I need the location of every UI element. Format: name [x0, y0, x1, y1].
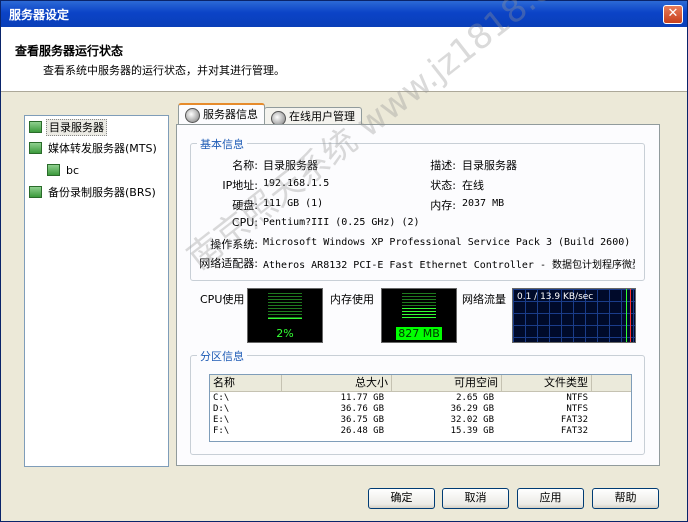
partition-table-header: 名称 总大小 可用空间 文件类型 [210, 375, 631, 392]
partition-fstype: FAT32 [560, 415, 588, 425]
cpu-meter-bars [268, 293, 302, 319]
tree-item-label: 备份录制服务器(BRS) [48, 186, 156, 199]
os-label: 操作系统: [210, 238, 258, 251]
tab-label: 服务器信息 [203, 108, 258, 121]
tree-item-directory-server[interactable]: 目录服务器 [29, 119, 107, 137]
nic-value: Atheros AR8132 PCI-E Fast Ethernet Contr… [263, 260, 635, 271]
table-row[interactable]: D:\ 36.76 GB 36.29 GB NTFS [210, 404, 631, 415]
memory-usage-label: 内存使用 [330, 293, 374, 306]
memory-meter-fill [402, 308, 436, 319]
partition-free: 2.65 GB [456, 393, 494, 403]
column-header-free[interactable]: 可用空间 [392, 375, 502, 391]
partition-name: F:\ [213, 426, 230, 436]
partition-name: D:\ [213, 404, 230, 414]
server-tree[interactable]: 目录服务器 媒体转发服务器(MTS) bc 备份录制服务器(BRS) [24, 115, 169, 467]
cpu-usage-label: CPU使用 [200, 293, 245, 306]
title-bar[interactable]: 服务器设定 ✕ [1, 1, 687, 27]
partition-free: 15.39 GB [450, 426, 494, 436]
server-icon [29, 142, 42, 154]
partition-name: E:\ [213, 415, 230, 425]
network-traffic-value: 0.1 / 13.9 KB/sec [517, 292, 594, 302]
header-title: 查看服务器运行状态 [15, 44, 124, 58]
network-tx-line [630, 289, 631, 342]
tree-item-bc[interactable]: bc [47, 162, 81, 180]
partition-table[interactable]: 名称 总大小 可用空间 文件类型 C:\ 11.77 GB 2.65 GB NT… [209, 374, 632, 442]
status-value: 在线 [462, 179, 484, 192]
disk-value: 111 GB (1) [263, 198, 324, 209]
basic-info-title: 基本信息 [197, 136, 247, 152]
tree-item-label: 媒体转发服务器(MTS) [48, 142, 157, 155]
server-info-icon [185, 108, 200, 123]
os-value: Microsoft Windows XP Professional Servic… [263, 237, 631, 248]
ok-button[interactable]: 确定 [368, 488, 435, 509]
cpu-usage-meter: 2% [247, 288, 323, 343]
server-icon [29, 121, 42, 133]
server-icon [29, 186, 42, 198]
partition-fstype: NTFS [566, 393, 588, 403]
partition-total: 26.48 GB [340, 426, 384, 436]
cpu-usage-value: 2% [276, 327, 294, 340]
server-icon [47, 164, 60, 176]
column-header-name[interactable]: 名称 [210, 375, 282, 391]
column-header-fstype[interactable]: 文件类型 [502, 375, 592, 391]
partition-fstype: NTFS [566, 404, 588, 414]
ip-label: IP地址: [222, 179, 258, 192]
table-row[interactable]: F:\ 26.48 GB 15.39 GB FAT32 [210, 426, 631, 437]
partition-fstype: FAT32 [560, 426, 588, 436]
column-header-total[interactable]: 总大小 [282, 375, 392, 391]
network-traffic-graph: 0.1 / 13.9 KB/sec [512, 288, 636, 343]
name-label: 名称: [232, 159, 258, 172]
network-traffic-label: 网络流量 [462, 293, 506, 306]
close-button[interactable]: ✕ [663, 5, 683, 24]
window-title: 服务器设定 [9, 8, 70, 22]
desc-value: 目录服务器 [462, 159, 517, 172]
partition-name: C:\ [213, 393, 230, 403]
name-value: 目录服务器 [263, 159, 318, 172]
cpu-label: CPU: [231, 216, 258, 229]
tree-item-brs[interactable]: 备份录制服务器(BRS) [29, 184, 158, 202]
network-rx-line [626, 289, 627, 342]
tree-item-label: 目录服务器 [46, 119, 107, 136]
tab-label: 在线用户管理 [289, 110, 355, 123]
ip-value: 192.168.1.5 [263, 178, 330, 189]
partition-free: 36.29 GB [450, 404, 494, 414]
apply-button[interactable]: 应用 [517, 488, 584, 509]
table-row[interactable]: C:\ 11.77 GB 2.65 GB NTFS [210, 393, 631, 404]
close-icon: ✕ [667, 6, 679, 21]
status-label: 状态: [430, 179, 456, 192]
cancel-button[interactable]: 取消 [442, 488, 509, 509]
memory-label: 内存: [430, 199, 456, 212]
help-button[interactable]: 帮助 [592, 488, 659, 509]
memory-usage-value: 827 MB [396, 327, 442, 340]
table-row[interactable]: E:\ 36.75 GB 32.02 GB FAT32 [210, 415, 631, 426]
disk-label: 硬盘: [232, 199, 258, 212]
partition-total: 36.75 GB [340, 415, 384, 425]
partition-info-title: 分区信息 [197, 348, 247, 364]
desc-label: 描述: [430, 159, 456, 172]
cpu-meter-fill [268, 318, 302, 319]
cpu-value: Pentium?III (0.25 GHz) (2) [263, 217, 420, 228]
tree-item-mts[interactable]: 媒体转发服务器(MTS) [29, 140, 159, 158]
nic-label: 网络适配器: [199, 257, 258, 270]
tree-item-label: bc [66, 164, 80, 177]
partition-total: 11.77 GB [340, 393, 384, 403]
memory-value: 2037 MB [462, 198, 505, 209]
partition-total: 36.76 GB [340, 404, 384, 414]
header-banner: 查看服务器运行状态 查看系统中服务器的运行状态，并对其进行管理。 [1, 27, 687, 92]
partition-free: 32.02 GB [450, 415, 494, 425]
header-subtitle: 查看系统中服务器的运行状态，并对其进行管理。 [43, 64, 285, 77]
memory-usage-meter: 827 MB [381, 288, 457, 343]
